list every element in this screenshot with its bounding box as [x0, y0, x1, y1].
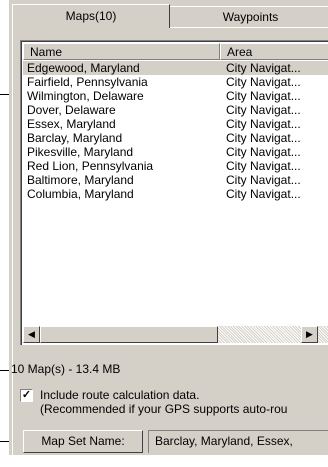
arrow-right-icon[interactable]: ▶: [301, 326, 318, 343]
route-data-label-line1: Include route calculation data.: [40, 388, 200, 402]
map-set-name-field[interactable]: Barclay, Maryland, Essex,: [148, 430, 328, 453]
row-area: City Navigat...: [226, 103, 301, 117]
list-rows: Edgewood, Maryland City Navigat... Fairfi…: [23, 61, 328, 201]
row-name: Columbia, Maryland: [27, 187, 134, 201]
row-name: Red Lion, Pennsylvania: [27, 159, 154, 173]
row-name: Barclay, Maryland: [27, 131, 123, 145]
row-area: City Navigat...: [226, 145, 301, 159]
list-row[interactable]: Red Lion, Pennsylvania City Navigat...: [23, 159, 328, 173]
list-header: Name Area: [23, 43, 328, 60]
list-row[interactable]: Dover, Delaware City Navigat...: [23, 103, 328, 117]
row-area: City Navigat...: [226, 131, 301, 145]
row-area: City Navigat...: [226, 159, 301, 173]
arrow-left-icon[interactable]: ◀: [23, 326, 40, 343]
tab-waypoints[interactable]: Waypoints: [170, 6, 328, 27]
row-area: City Navigat...: [226, 61, 301, 75]
route-data-label-line2: (Recommended if your GPS supports auto-r…: [40, 402, 288, 416]
list-row[interactable]: Baltimore, Maryland City Navigat...: [23, 173, 328, 187]
tab-maps[interactable]: Maps(10): [12, 4, 170, 28]
scrollbar-thumb[interactable]: [40, 326, 218, 343]
row-area: City Navigat...: [226, 173, 301, 187]
row-name: Fairfield, Pennsylvania: [27, 75, 148, 89]
row-area: City Navigat...: [226, 187, 301, 201]
route-data-checkbox[interactable]: ✓: [20, 389, 33, 402]
row-area: City Navigat...: [226, 117, 301, 131]
row-area: City Navigat...: [226, 75, 301, 89]
row-name: Pikesville, Maryland: [27, 145, 134, 159]
list-row[interactable]: Wilmington, Delaware City Navigat...: [23, 89, 328, 103]
row-name: Baltimore, Maryland: [27, 173, 134, 187]
route-data-label: Include route calculation data. (Recomme…: [40, 388, 287, 416]
map-summary: 10 Map(s) - 13.4 MB: [11, 362, 121, 376]
horizontal-scrollbar[interactable]: ◀ ▶: [23, 326, 328, 343]
row-name: Dover, Delaware: [27, 103, 116, 117]
column-header-name[interactable]: Name: [23, 43, 220, 60]
checkmark-icon: ✓: [21, 389, 32, 401]
row-name: Wilmington, Delaware: [27, 89, 144, 103]
list-row[interactable]: Edgewood, Maryland City Navigat...: [23, 61, 328, 75]
maps-list[interactable]: Name Area Edgewood, Maryland City Navigat…: [20, 40, 328, 345]
list-row[interactable]: Essex, Maryland City Navigat...: [23, 117, 328, 131]
row-name: Edgewood, Maryland: [27, 61, 140, 75]
list-row[interactable]: Pikesville, Maryland City Navigat...: [23, 145, 328, 159]
map-set-name-button[interactable]: Map Set Name:: [23, 430, 143, 453]
column-header-area[interactable]: Area: [220, 43, 328, 60]
list-row[interactable]: Barclay, Maryland City Navigat...: [23, 131, 328, 145]
list-row[interactable]: Columbia, Maryland City Navigat...: [23, 187, 328, 201]
list-row[interactable]: Fairfield, Pennsylvania City Navigat...: [23, 75, 328, 89]
row-area: City Navigat...: [226, 89, 301, 103]
row-name: Essex, Maryland: [27, 117, 116, 131]
